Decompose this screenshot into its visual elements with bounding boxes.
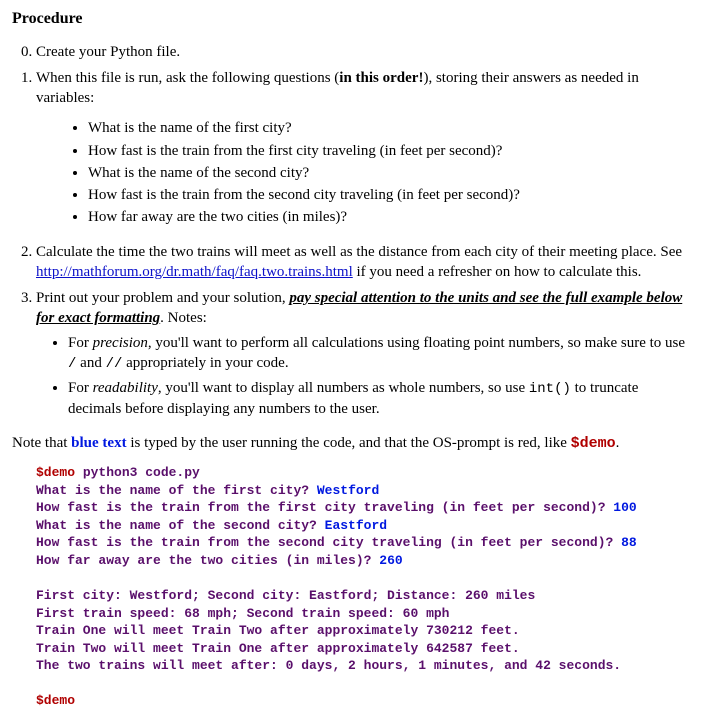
code-doubleslash: // [106, 356, 123, 372]
step-2-text-b: if you need a refresher on how to calcul… [353, 264, 642, 280]
output-line: How fast is the train from the second ci… [36, 535, 621, 550]
output-line: How far away are the two cities (in mile… [36, 553, 379, 568]
prompt: $demo [36, 465, 83, 480]
question-item: How far away are the two cities (in mile… [88, 207, 695, 227]
note-e: . [616, 435, 620, 451]
blue-text-label: blue text [71, 435, 126, 451]
note-precision: For precision, you'll want to perform al… [68, 333, 695, 374]
note-text: and [76, 355, 105, 371]
note-italic: readability [93, 380, 158, 396]
mathforum-link[interactable]: http://mathforum.org/dr.math/faq/faq.two… [36, 264, 353, 280]
note-a: Note that [12, 435, 71, 451]
note-text: , you'll want to display all numbers as … [158, 380, 529, 396]
demo-prompt-inline: $demo [571, 435, 616, 452]
note-text: For [68, 335, 93, 351]
output-line: What is the name of the second city? [36, 518, 325, 533]
command: python3 code.py [83, 465, 200, 480]
output-line: First city: Westford; Second city: Eastf… [36, 588, 535, 603]
user-input: Westford [317, 483, 379, 498]
note-line: Note that blue text is typed by the user… [12, 433, 695, 454]
user-input: 100 [613, 500, 636, 515]
step-1-text-b: in this order! [339, 70, 423, 86]
output-line: What is the name of the first city? [36, 483, 317, 498]
terminal-example: $demo python3 code.py What is the name o… [36, 464, 695, 710]
note-italic: precision [93, 335, 148, 351]
note-readability: For readability, you'll want to display … [68, 378, 695, 419]
note-text: appropriately in your code. [122, 355, 288, 371]
note-text: , you'll want to perform all calculation… [148, 335, 685, 351]
prompt: $demo [36, 693, 75, 708]
user-input: 88 [621, 535, 637, 550]
note-text: For [68, 380, 93, 396]
user-input: Eastford [325, 518, 387, 533]
output-line: Train One will meet Train Two after appr… [36, 623, 520, 638]
question-item: What is the name of the first city? [88, 118, 695, 138]
user-input: 260 [379, 553, 402, 568]
step-2: Calculate the time the two trains will m… [36, 242, 695, 283]
output-line: The two trains will meet after: 0 days, … [36, 658, 621, 673]
output-line: How fast is the train from the first cit… [36, 500, 613, 515]
note-c: is typed by the user running the code, a… [127, 435, 571, 451]
step-0: Create your Python file. [36, 42, 695, 62]
step-1: When this file is run, ask the following… [36, 68, 695, 228]
step-3: Print out your problem and your solution… [36, 288, 695, 419]
procedure-list: Create your Python file. When this file … [36, 42, 695, 419]
code-int: int() [529, 381, 571, 397]
step-3-text-a: Print out your problem and your solution… [36, 290, 289, 306]
notes-list: For precision, you'll want to perform al… [68, 333, 695, 419]
questions-list: What is the name of the first city? How … [88, 118, 695, 227]
question-item: How fast is the train from the second ci… [88, 185, 695, 205]
step-1-text-a: When this file is run, ask the following… [36, 70, 339, 86]
step-3-text-c: . Notes: [160, 310, 207, 326]
step-2-text-a: Calculate the time the two trains will m… [36, 244, 682, 260]
question-item: What is the name of the second city? [88, 163, 695, 183]
section-heading: Procedure [12, 8, 695, 30]
output-line: First train speed: 68 mph; Second train … [36, 606, 449, 621]
question-item: How fast is the train from the first cit… [88, 141, 695, 161]
